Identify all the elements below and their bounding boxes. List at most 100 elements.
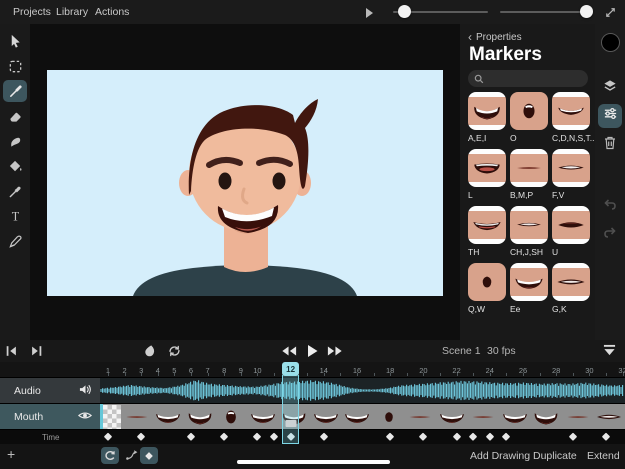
keyframe-diamond[interactable] <box>386 432 395 441</box>
marker-item-chjsh[interactable]: CH,J,SH <box>510 206 548 257</box>
marker-thumbnail[interactable] <box>510 206 548 244</box>
menu-library[interactable]: Library <box>56 6 88 18</box>
marker-thumbnail[interactable] <box>468 92 506 130</box>
mouth-track-label[interactable]: Mouth <box>0 404 100 430</box>
pen-tool[interactable] <box>3 230 27 252</box>
mouth-cel-ee[interactable] <box>310 405 342 429</box>
mouth-cel-bmp[interactable] <box>468 405 500 429</box>
search-input[interactable] <box>484 73 578 85</box>
slider-handle[interactable] <box>398 5 411 18</box>
scene-label[interactable]: Scene 1 <box>442 345 481 357</box>
marker-thumbnail[interactable] <box>552 206 590 244</box>
marker-thumbnail[interactable] <box>510 149 548 187</box>
drawing-canvas[interactable] <box>47 70 443 296</box>
play-icon[interactable] <box>366 8 373 18</box>
mouth-cel-bmp[interactable] <box>405 405 437 429</box>
fill-tool[interactable] <box>3 155 27 177</box>
frame-ruler[interactable]: 1234567891014161820222426283032 <box>0 362 625 378</box>
marker-thumbnail[interactable] <box>552 149 590 187</box>
keyframe-diamond[interactable] <box>319 432 328 441</box>
redo-button[interactable] <box>598 223 622 247</box>
keyframe-diamond[interactable] <box>452 432 461 441</box>
keyframe-diamond[interactable] <box>186 432 195 441</box>
mouth-cel-ee[interactable] <box>499 405 531 429</box>
speaker-icon[interactable] <box>79 383 92 398</box>
marker-item-ee[interactable]: Ee <box>510 263 548 314</box>
mouth-cel-aei[interactable] <box>531 405 563 429</box>
keyframe-diamond[interactable] <box>485 432 494 441</box>
playhead-frame-number[interactable]: 12 <box>282 362 299 376</box>
keyframe-diamond[interactable] <box>419 432 428 441</box>
mouth-cel-aei[interactable] <box>184 405 216 429</box>
keyframe-diamond[interactable] <box>137 432 146 441</box>
keyframe-diamond[interactable] <box>601 432 610 441</box>
extend-button[interactable]: Extend <box>587 450 620 462</box>
marker-item-u[interactable]: U <box>552 206 590 257</box>
audio-waveform-clip[interactable] <box>100 378 625 404</box>
step-back-button[interactable] <box>4 344 19 358</box>
keyframe-diamond[interactable] <box>253 432 262 441</box>
mouth-cel-ee[interactable] <box>153 405 185 429</box>
step-forward-button[interactable] <box>29 344 44 358</box>
keyframe-diamond[interactable] <box>269 432 278 441</box>
keyframe-diamond[interactable] <box>220 432 229 441</box>
collapse-timeline-button[interactable] <box>602 344 617 357</box>
eraser-tool[interactable] <box>3 105 27 127</box>
marker-item-gk[interactable]: G,K <box>552 263 590 314</box>
keyframe-diamond[interactable] <box>568 432 577 441</box>
expand-button[interactable] <box>598 3 622 27</box>
playhead[interactable]: 12 <box>282 362 299 444</box>
marker-item-qw[interactable]: Q,W <box>468 263 506 314</box>
marker-item-o[interactable]: O <box>510 92 548 143</box>
time-track[interactable]: Time <box>0 430 625 444</box>
back-to-properties[interactable]: ‹ Properties <box>468 30 522 44</box>
menu-actions[interactable]: Actions <box>95 6 129 18</box>
marker-thumbnail[interactable] <box>552 263 590 301</box>
audio-track-label[interactable]: Audio <box>0 378 100 404</box>
marker-thumbnail[interactable] <box>468 263 506 301</box>
add-button[interactable]: + <box>7 446 15 462</box>
play-button[interactable] <box>306 344 319 358</box>
brush-tool[interactable] <box>3 80 27 102</box>
marker-thumbnail[interactable] <box>468 206 506 244</box>
slider-handle[interactable] <box>580 5 593 18</box>
add-drawing-button[interactable]: Add Drawing <box>470 450 530 462</box>
mouth-cel-gk[interactable] <box>594 405 625 429</box>
keyframe-diamond[interactable] <box>502 432 511 441</box>
marker-item-bmp[interactable]: B,M,P <box>510 149 548 200</box>
search-field[interactable] <box>468 70 588 87</box>
mouth-cel-qw[interactable] <box>373 405 405 429</box>
cycle-button[interactable] <box>101 447 119 464</box>
undo-button[interactable] <box>598 195 622 219</box>
marker-thumbnail[interactable] <box>468 149 506 187</box>
properties-button[interactable] <box>598 104 622 128</box>
onion-skin-button[interactable] <box>142 344 157 358</box>
mouth-cel-ee[interactable] <box>436 405 468 429</box>
marker-item-th[interactable]: TH <box>468 206 506 257</box>
mouth-cel-o[interactable] <box>216 405 248 429</box>
marker-item-aei[interactable]: A,E,I <box>468 92 506 143</box>
empty-cel-checker[interactable] <box>103 405 121 429</box>
layers-button[interactable] <box>598 76 622 100</box>
marker-item-l[interactable]: L <box>468 149 506 200</box>
duplicate-button[interactable]: Duplicate <box>533 450 577 462</box>
home-indicator[interactable] <box>237 460 390 464</box>
marker-thumbnail[interactable] <box>510 92 548 130</box>
trash-button[interactable] <box>598 133 622 157</box>
brush-size-slider[interactable] <box>393 11 488 13</box>
mouth-cel-bmp[interactable] <box>121 405 153 429</box>
eyedropper-tool[interactable] <box>3 180 27 202</box>
fps-label[interactable]: 30 fps <box>487 345 516 357</box>
loop-button[interactable] <box>167 344 182 358</box>
marker-thumbnail[interactable] <box>510 263 548 301</box>
mouth-cel-ee[interactable] <box>247 405 279 429</box>
keyframe-diamond[interactable] <box>469 432 478 441</box>
mouth-cel-ee[interactable] <box>342 405 374 429</box>
menu-projects[interactable]: Projects <box>13 6 51 18</box>
opacity-slider[interactable] <box>500 11 590 13</box>
eye-icon[interactable] <box>78 410 92 424</box>
retime-button[interactable] <box>122 447 140 464</box>
marquee-tool[interactable] <box>3 55 27 77</box>
mouth-cel-bmp[interactable] <box>562 405 594 429</box>
color-button[interactable] <box>598 30 622 54</box>
